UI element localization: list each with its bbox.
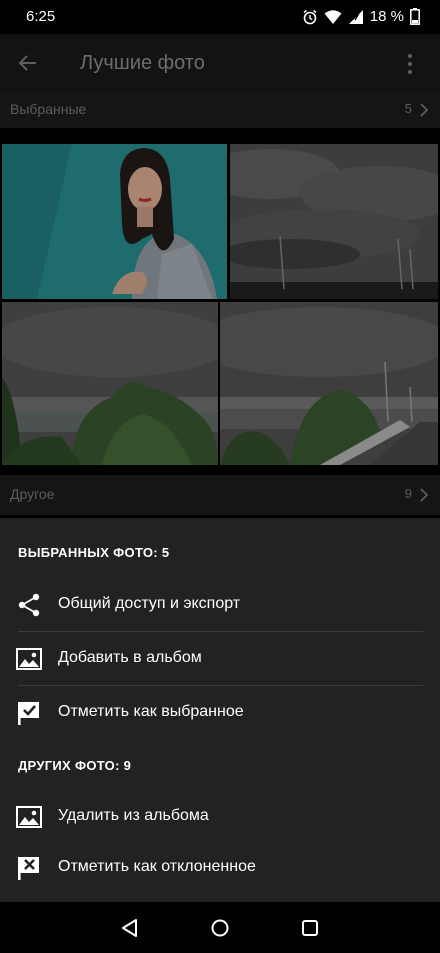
alarm-icon bbox=[303, 9, 317, 24]
page-title: Лучшие фото bbox=[80, 52, 205, 74]
portrait-photo[interactable] bbox=[2, 144, 227, 299]
mark-selected-label: Отметить как выбранное bbox=[58, 703, 244, 720]
section-count-other: 9 bbox=[404, 486, 412, 501]
section-label-selected: Выбранные bbox=[10, 101, 87, 117]
chevron-right-icon bbox=[420, 488, 429, 502]
mark-rejected-label: Отметить как отклоненное bbox=[58, 858, 256, 875]
nav-home-icon[interactable] bbox=[210, 918, 230, 938]
status-time: 6:25 bbox=[26, 8, 56, 25]
back-arrow-icon[interactable] bbox=[16, 51, 40, 75]
signal-icon bbox=[348, 9, 363, 24]
wifi-icon bbox=[324, 9, 342, 24]
share-icon bbox=[18, 593, 40, 617]
status-bar: 6:25 18 % bbox=[0, 0, 440, 34]
status-icons: 18 % bbox=[302, 8, 420, 25]
other-photos-heading: ДРУГИХ ФОТО: 9 bbox=[18, 758, 132, 773]
flag-check-icon bbox=[18, 702, 39, 725]
share-export-item[interactable]: Общий доступ и экспорт bbox=[0, 578, 440, 632]
nav-back-icon[interactable] bbox=[120, 918, 140, 938]
more-options-icon[interactable] bbox=[400, 52, 420, 76]
app-bar: Лучшие фото bbox=[0, 34, 440, 92]
image-icon bbox=[16, 806, 42, 828]
share-export-label: Общий доступ и экспорт bbox=[58, 595, 241, 612]
system-navigation-bar bbox=[0, 902, 440, 953]
nav-recents-icon[interactable] bbox=[300, 918, 320, 938]
remove-from-album-label: Удалить из альбома bbox=[58, 807, 209, 824]
action-bottom-sheet: ВЫБРАННЫХ ФОТО: 5 Общий доступ и экспорт… bbox=[0, 518, 440, 902]
add-to-album-item[interactable]: Добавить в альбом bbox=[0, 632, 440, 686]
flag-x-icon bbox=[18, 857, 39, 880]
battery-level: 18 % bbox=[369, 8, 404, 25]
remove-from-album-item[interactable]: Удалить из альбома bbox=[0, 790, 440, 844]
image-icon bbox=[16, 648, 42, 670]
selected-photos-heading: ВЫБРАННЫХ ФОТО: 5 bbox=[18, 545, 170, 560]
mark-rejected-item[interactable]: Отметить как отклоненное bbox=[0, 841, 440, 895]
highway-clouds-photo[interactable] bbox=[220, 302, 438, 465]
battery-icon bbox=[410, 8, 420, 25]
storm-clouds-photo[interactable] bbox=[230, 144, 438, 299]
section-header-selected[interactable]: Выбранные 5 bbox=[0, 92, 440, 128]
section-count-selected: 5 bbox=[404, 101, 412, 116]
section-header-other[interactable]: Другое 9 bbox=[0, 475, 440, 515]
chevron-right-icon bbox=[420, 103, 429, 117]
section-label-other: Другое bbox=[10, 486, 55, 502]
mark-selected-item[interactable]: Отметить как выбранное bbox=[0, 686, 440, 740]
add-to-album-label: Добавить в альбом bbox=[58, 649, 202, 666]
trees-river-photo[interactable] bbox=[2, 302, 218, 465]
